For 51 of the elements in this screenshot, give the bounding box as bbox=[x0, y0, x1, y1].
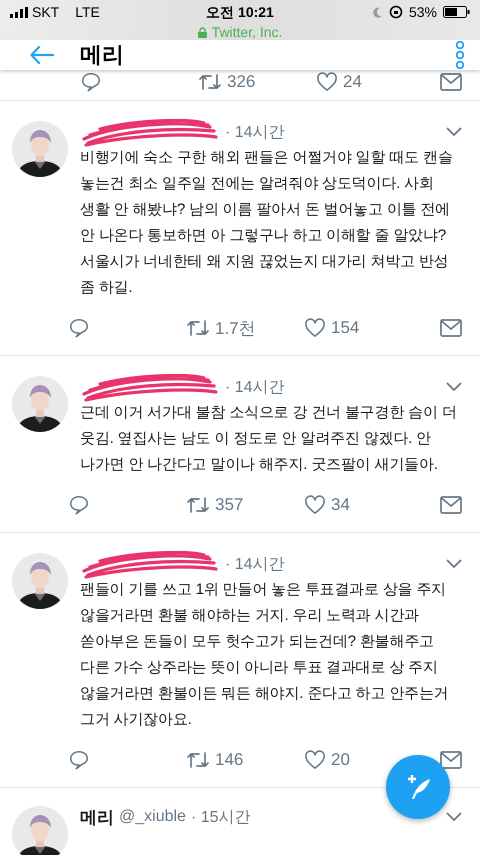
mail-icon[interactable] bbox=[440, 751, 462, 769]
post-time: · 14시간 bbox=[225, 124, 285, 140]
user-name[interactable]: 메리 bbox=[80, 806, 114, 828]
like-count: 20 bbox=[331, 750, 350, 770]
more-icon[interactable] bbox=[454, 41, 466, 69]
battery-percent: 53% bbox=[408, 4, 437, 20]
chevron-down-icon[interactable] bbox=[446, 559, 462, 569]
retweet-icon[interactable] bbox=[186, 495, 210, 515]
page-title: 메리 bbox=[80, 41, 125, 69]
retweet-count: 1.7천 bbox=[215, 318, 256, 340]
heart-icon[interactable] bbox=[304, 318, 326, 338]
retweet-count: 357 bbox=[215, 495, 244, 515]
user-handle[interactable]: @_xiuble bbox=[119, 808, 186, 826]
like-count: 154 bbox=[331, 318, 360, 338]
battery-icon bbox=[443, 6, 470, 18]
chevron-down-icon[interactable] bbox=[446, 127, 462, 137]
retweet-count: 326 bbox=[227, 72, 256, 92]
rotation-lock-icon bbox=[388, 5, 403, 19]
signal-icon bbox=[10, 6, 28, 18]
site-name: Twitter, Inc. bbox=[212, 24, 282, 40]
moon-icon bbox=[372, 6, 383, 18]
chevron-down-icon[interactable] bbox=[446, 382, 462, 392]
compose-button[interactable] bbox=[386, 755, 450, 819]
carrier-text: SKT bbox=[32, 4, 60, 20]
like-count: 34 bbox=[331, 495, 350, 515]
chevron-down-icon[interactable] bbox=[446, 812, 462, 822]
mail-icon[interactable] bbox=[440, 73, 462, 91]
post-time: · 14시간 bbox=[225, 556, 285, 572]
reply-icon[interactable] bbox=[68, 317, 90, 339]
heart-icon[interactable] bbox=[316, 72, 338, 92]
clock-text: 오전 10:21 bbox=[206, 4, 274, 20]
back-icon[interactable] bbox=[30, 46, 54, 64]
heart-icon[interactable] bbox=[304, 750, 326, 770]
retweet-count: 146 bbox=[215, 750, 244, 770]
retweet-icon[interactable] bbox=[186, 750, 210, 770]
lock-icon bbox=[198, 26, 207, 38]
reply-icon[interactable] bbox=[80, 71, 102, 93]
like-count: 24 bbox=[343, 72, 362, 92]
heart-icon[interactable] bbox=[304, 495, 326, 515]
mail-icon[interactable] bbox=[440, 496, 462, 514]
network-text: LTE bbox=[75, 4, 100, 20]
mail-icon[interactable] bbox=[440, 319, 462, 337]
tweet-text: 근데 이거 서가대 불참 소식으로 강 건너 불구경한 슴이 더 웃김. 옆집사는 남도 이 정도로 안 알려주진 않겠다. 안 나가면 안 나간다고 말이나 해주지. 굿즈팔이 새기들아. bbox=[80, 403, 458, 475]
post-time: · 14시간 bbox=[225, 378, 285, 396]
retweet-icon[interactable] bbox=[186, 318, 210, 338]
reply-icon[interactable] bbox=[68, 749, 90, 771]
post-time: · 15시간 bbox=[190, 808, 251, 826]
reply-icon[interactable] bbox=[68, 494, 90, 516]
retweet-icon[interactable] bbox=[198, 72, 222, 92]
tweet-text: 비행기에 숙소 구한 해외 팬들은 어쩔거야 일할 때도 캔슬 놓는건 최소 일주일 전에는 알려줘야 상도덕이다. 사회 생활 안 해봤냐? 남의 이름 팔아서 돈 벌어놓고 이틀 전에 안 나온다 통보하면 아 그렇구나 하고 이해할 줄 알았냐? 서울시가 너네한테 왜 지원 끊었는지 대가리 쳐박고 반성 좀 하길. bbox=[80, 148, 454, 298]
tweet-text: 팬들이 기를 쓰고 1위 만들어 놓은 투표결과로 상을 주지 않을거라면 환불 해야하는 거지. 우리 노력과 시간과 쏟아부은 돈들이 모두 헛수고가 되는건데? 환불해주고 다른 가수 상주라는 뜻이 아니라 투표 결과대로 상 주지 않을거라면 환불이든 뭐든 해야지. 준다고 하고 안주는거 그거 사기잖아요. bbox=[80, 580, 450, 730]
